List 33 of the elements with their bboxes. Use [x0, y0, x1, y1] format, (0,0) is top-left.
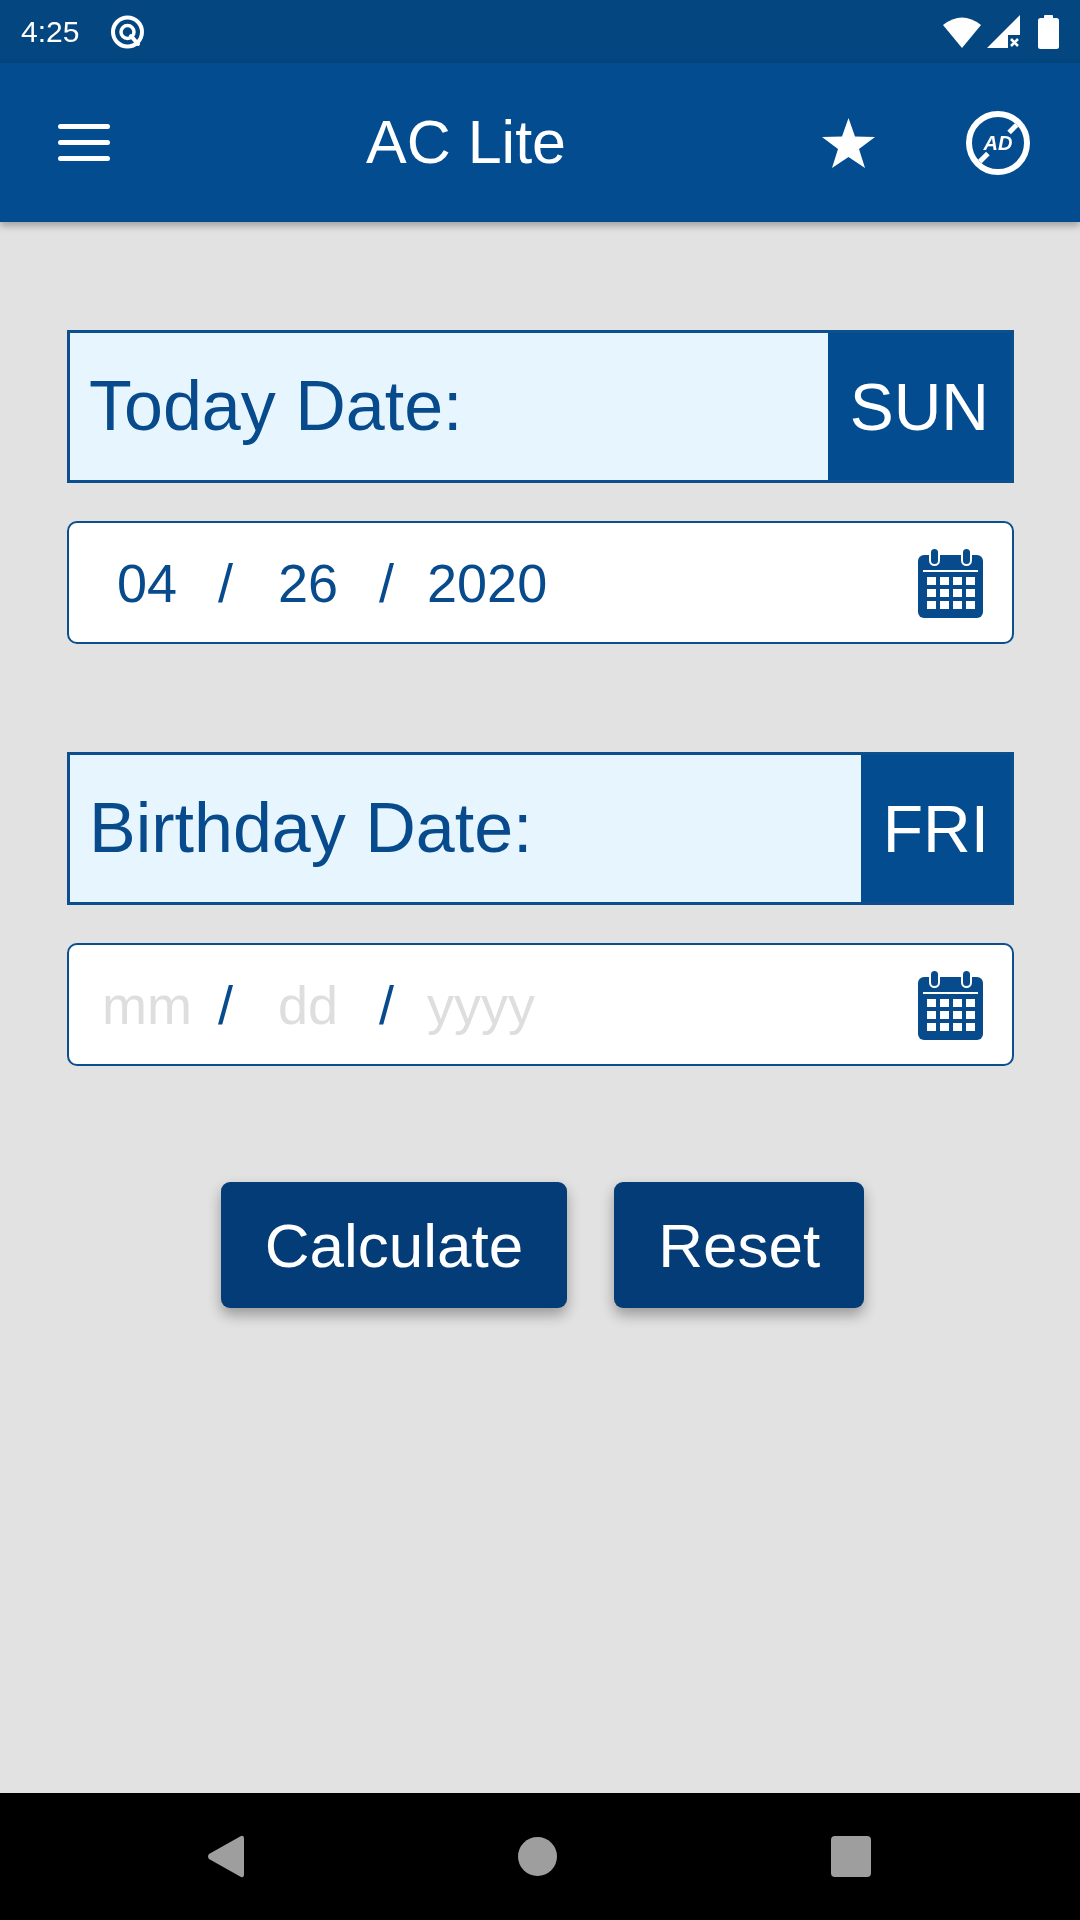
date-label: Today Date:	[89, 368, 463, 445]
date-separator: /	[379, 555, 395, 610]
menu-icon	[58, 124, 110, 161]
day-field[interactable]: 26	[261, 549, 355, 616]
status-time: 4:25	[21, 16, 80, 47]
calendar-button[interactable]	[918, 969, 983, 1040]
calculate-button[interactable]: Calculate	[220, 1182, 568, 1308]
ring-icon	[110, 14, 146, 49]
calendar-icon	[918, 547, 983, 618]
reset-button[interactable]: Reset	[614, 1182, 865, 1308]
calendar-icon	[918, 969, 983, 1040]
home-icon	[518, 1837, 557, 1876]
weekday-badge: SUN	[827, 333, 1011, 480]
date-label: Birthday Date:	[89, 790, 533, 867]
battery-icon	[1038, 14, 1059, 49]
menu-button[interactable]	[58, 124, 110, 161]
month-field[interactable]: 04	[100, 549, 194, 616]
recents-icon	[831, 1836, 871, 1877]
back-icon	[207, 1835, 244, 1878]
remove-ads-button[interactable]: AD	[966, 110, 1030, 175]
back-button[interactable]	[207, 1835, 244, 1878]
year-field[interactable]: 2020	[427, 549, 568, 616]
date-separator: /	[379, 977, 395, 1032]
favorite-button[interactable]	[822, 117, 875, 168]
signal-icon	[987, 15, 1020, 48]
home-button[interactable]	[518, 1837, 557, 1876]
star-icon	[822, 117, 875, 168]
app-title: AC Lite	[366, 112, 567, 173]
weekday-badge: FRI	[860, 755, 1011, 902]
wifi-icon	[943, 15, 981, 48]
date-separator: /	[218, 555, 233, 610]
calendar-button[interactable]	[918, 547, 983, 618]
date-separator: /	[218, 977, 233, 1032]
